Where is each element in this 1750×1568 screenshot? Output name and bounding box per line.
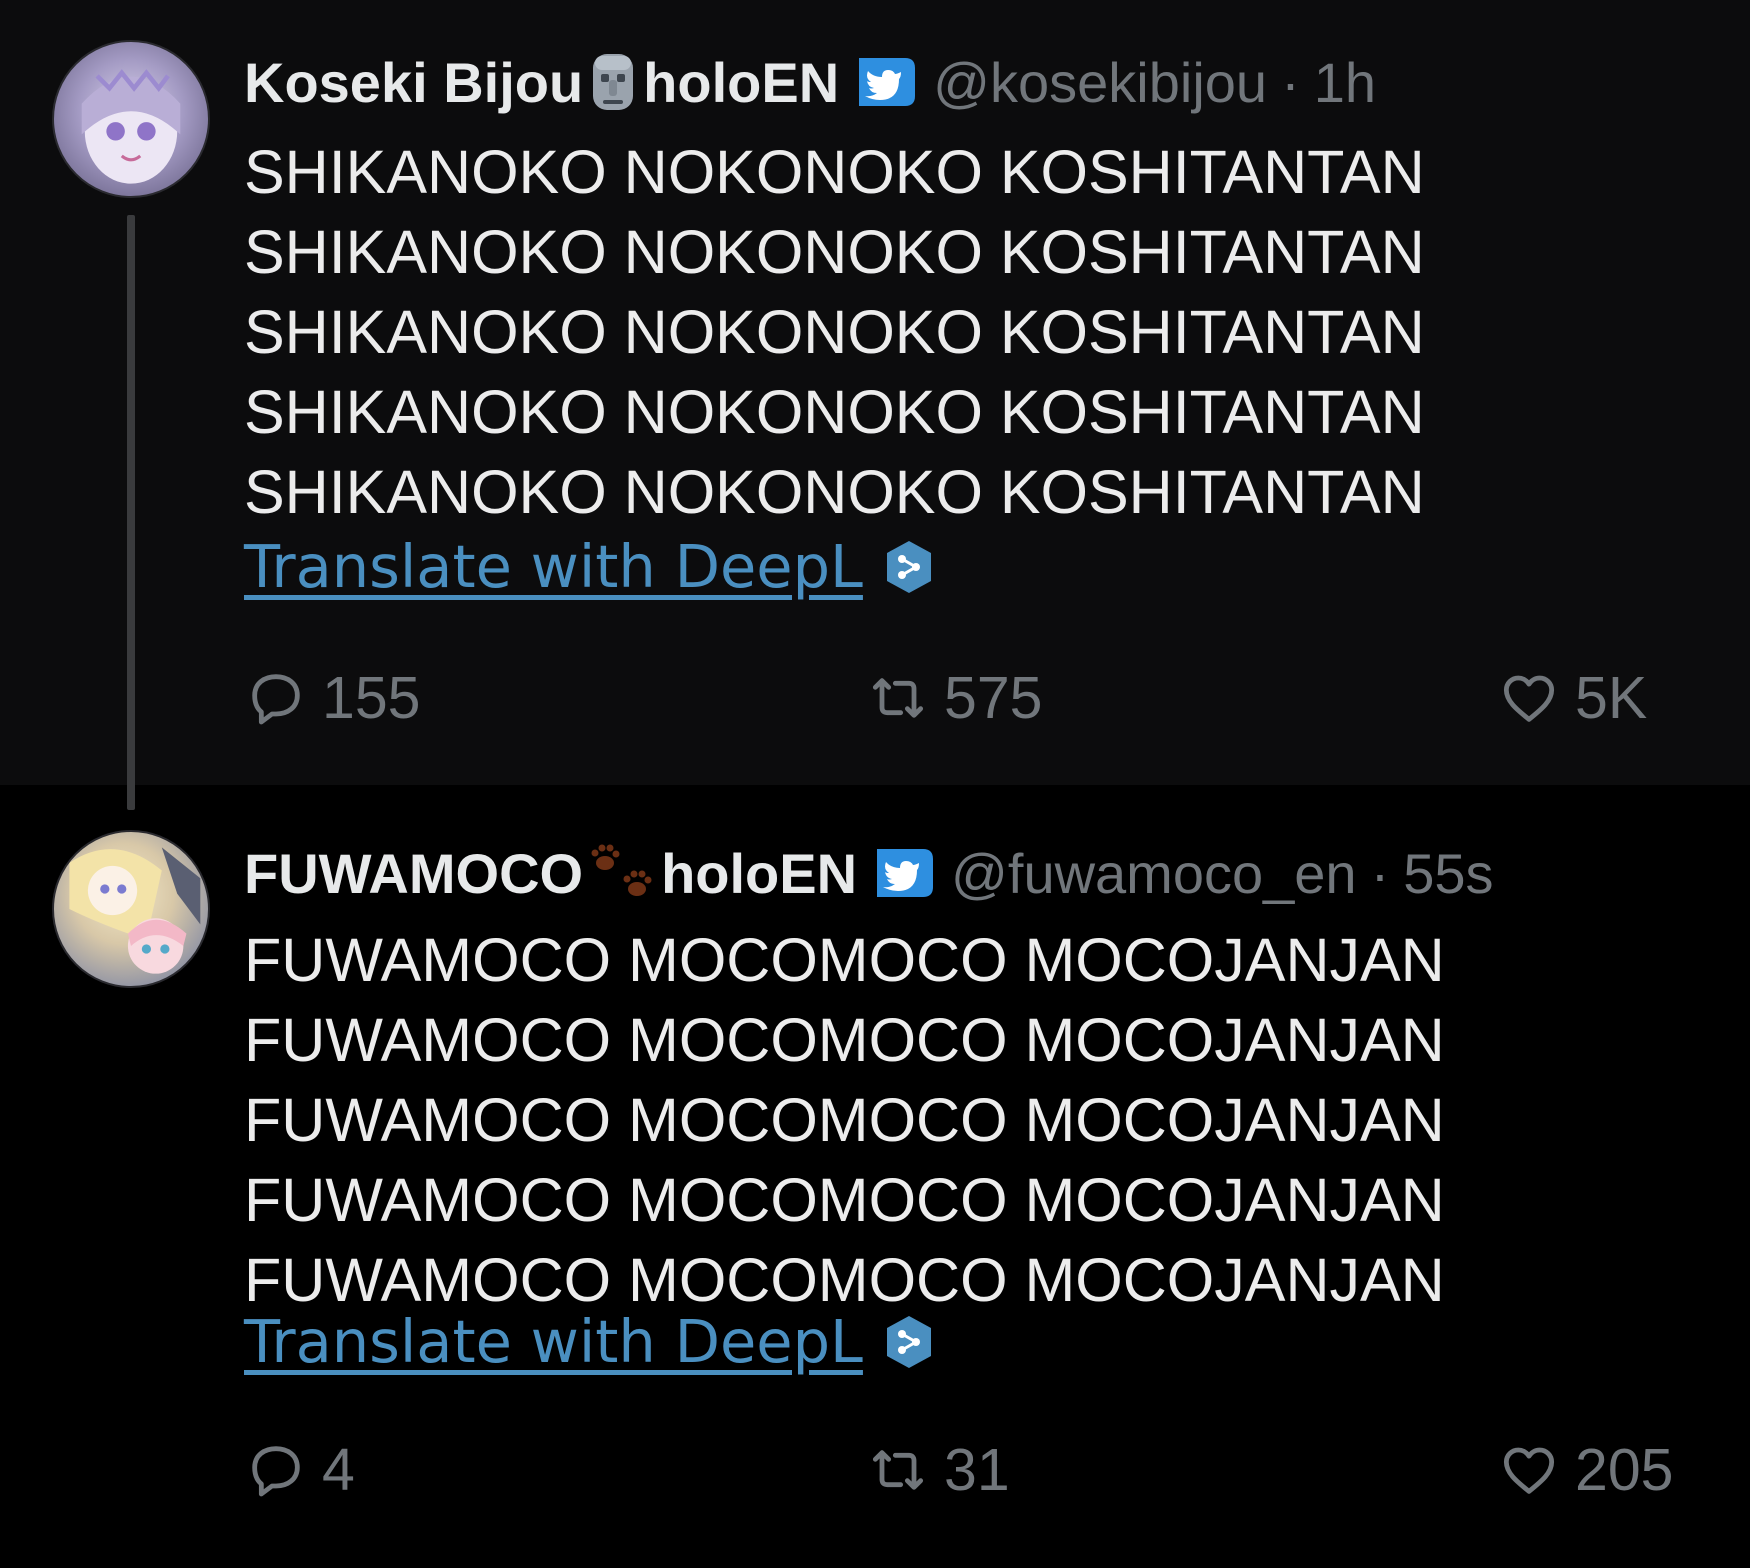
org-name[interactable]: holoEN <box>661 841 857 906</box>
display-name[interactable]: Koseki Bijou <box>244 50 583 115</box>
heart-icon <box>1503 1447 1555 1494</box>
like-button[interactable]: 5K <box>1497 658 1647 738</box>
timestamp[interactable]: 55s <box>1403 841 1493 906</box>
tweet-text-line: FUWAMOCO MOCOMOCO MOCOJANJAN <box>244 1166 1445 1234</box>
retweet-button[interactable]: 31 <box>866 1430 1010 1510</box>
avatar[interactable] <box>52 830 210 988</box>
tweet-text: FUWAMOCO MOCOMOCO MOCOJANJAN FUWAMOCO MO… <box>244 920 1445 1320</box>
tweet-text-line: FUWAMOCO MOCOMOCO MOCOJANJAN <box>244 1086 1445 1154</box>
twitter-bird-badge-icon <box>871 843 937 903</box>
avatar-image <box>69 847 201 974</box>
tweet[interactable]: FUWAMOCO holoEN @fuwamoco_en · 55s FUWAM… <box>0 785 1750 1568</box>
like-count: 205 <box>1575 1437 1674 1503</box>
tweet-text-line: FUWAMOCO MOCOMOCO MOCOJANJAN <box>244 1006 1445 1074</box>
reply-button[interactable]: 155 <box>244 658 420 738</box>
reply-count: 4 <box>322 1437 355 1503</box>
timestamp[interactable]: 1h <box>1314 50 1376 115</box>
tweet-header: Koseki Bijou holoEN @kosekibijou · 1h <box>244 42 1376 122</box>
heart-icon <box>1503 675 1555 722</box>
reply-count: 155 <box>322 665 421 731</box>
tweet-text: SHIKANOKO NOKONOKO KOSHITANTAN SHIKANOKO… <box>244 132 1425 532</box>
like-count: 5K <box>1575 665 1648 731</box>
handle[interactable]: @kosekibijou <box>933 50 1267 115</box>
retweet-count: 31 <box>944 1437 1010 1503</box>
tweet-header: FUWAMOCO holoEN @fuwamoco_en · 55s <box>244 833 1494 913</box>
avatar-image <box>81 69 181 184</box>
tweet-text-line: SHIKANOKO NOKONOKO KOSHITANTAN <box>244 138 1425 206</box>
tweet-text-line: SHIKANOKO NOKONOKO KOSHITANTAN <box>244 218 1425 286</box>
org-name[interactable]: holoEN <box>643 50 839 115</box>
tweet-text-line: FUWAMOCO MOCOMOCO MOCOJANJAN <box>244 926 1445 994</box>
twitter-bird-badge-icon <box>853 52 919 112</box>
tweet-actions: 4 31 205 <box>244 1430 1714 1510</box>
retweet-count: 575 <box>944 665 1043 731</box>
separator-dot: · <box>1370 841 1390 905</box>
translate-row: Translate with DeepL <box>244 1307 933 1376</box>
translate-row: Translate with DeepL <box>244 532 933 601</box>
tweet-text-line: SHIKANOKO NOKONOKO KOSHITANTAN <box>244 458 1425 526</box>
paw-prints-emoji-icon <box>587 841 657 905</box>
retweet-icon <box>872 678 924 718</box>
translate-with-deepl-link[interactable]: Translate with DeepL <box>244 532 863 601</box>
tweet-actions: 155 575 5K <box>244 658 1714 738</box>
reply-icon <box>252 1446 300 1497</box>
avatar[interactable] <box>52 40 210 198</box>
tweet-text-line: SHIKANOKO NOKONOKO KOSHITANTAN <box>244 298 1425 366</box>
translate-with-deepl-link[interactable]: Translate with DeepL <box>244 1307 863 1376</box>
deepl-icon[interactable] <box>885 1314 933 1370</box>
retweet-button[interactable]: 575 <box>866 658 1042 738</box>
reply-button[interactable]: 4 <box>244 1430 355 1510</box>
handle[interactable]: @fuwamoco_en <box>951 841 1357 906</box>
moai-emoji-icon <box>587 50 639 114</box>
thread-connector-line <box>127 215 135 810</box>
retweet-icon <box>872 1450 924 1490</box>
separator-dot: · <box>1281 50 1300 114</box>
like-button[interactable]: 205 <box>1497 1430 1673 1510</box>
display-name[interactable]: FUWAMOCO <box>244 841 583 906</box>
tweet[interactable]: Koseki Bijou holoEN @kosekibijou · 1h SH… <box>0 0 1750 785</box>
reply-icon <box>252 674 300 725</box>
tweet-text-line: SHIKANOKO NOKONOKO KOSHITANTAN <box>244 378 1425 446</box>
deepl-icon[interactable] <box>885 539 933 595</box>
